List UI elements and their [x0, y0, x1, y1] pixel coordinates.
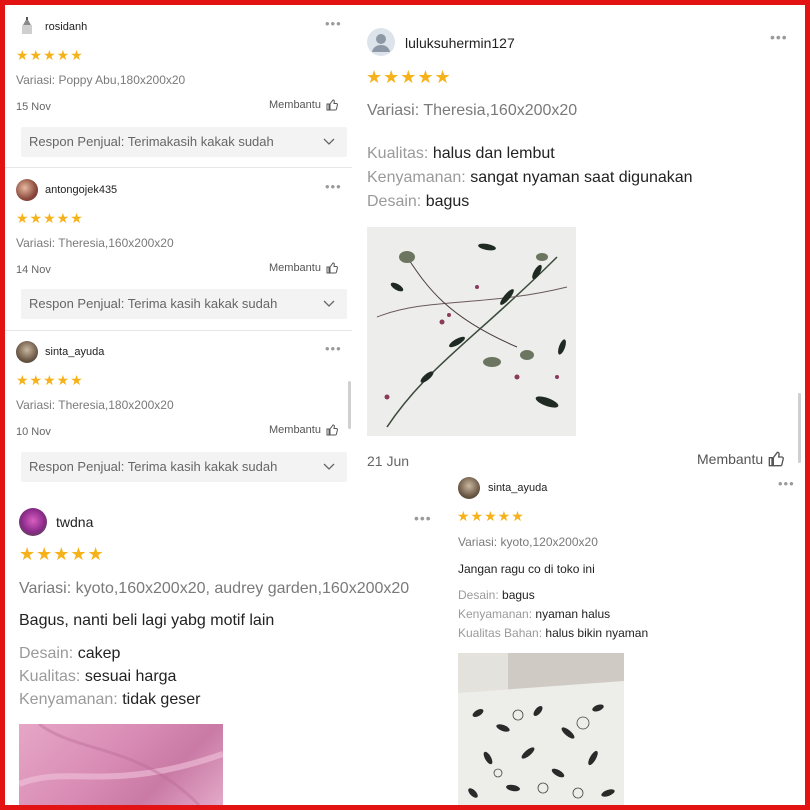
more-options-icon[interactable]: ••• — [770, 29, 788, 45]
thumbs-up-icon — [326, 424, 338, 436]
username[interactable]: antongojek435 — [45, 184, 117, 196]
review-attribute-quality: Kualitas: sesuai harga — [19, 668, 177, 685]
username[interactable]: twdna — [56, 514, 93, 530]
review-card: antongojek435 ••• ★★★★★ Variasi: Theresi… — [5, 168, 352, 330]
helpful-button[interactable]: Membantu — [269, 262, 338, 274]
review-attribute-comfort: Kenyamanan: nyaman halus — [458, 607, 611, 621]
star-rating: ★★★★★ — [16, 210, 84, 226]
review-card: rosidanh ••• ★★★★★ Variasi: Poppy Abu,18… — [5, 5, 352, 167]
helpful-label: Membantu — [269, 262, 321, 274]
avatar[interactable] — [17, 16, 37, 36]
seller-response[interactable]: Respon Penjual: Terima kasih kakak sudah — [21, 289, 347, 319]
star-rating: ★★★★★ — [19, 544, 105, 564]
seller-response[interactable]: Respon Penjual: Terima kasih kakak sudah — [21, 452, 347, 482]
helpful-label: Membantu — [697, 451, 764, 467]
review-date: 15 Nov — [16, 101, 51, 113]
star-rating: ★★★★★ — [457, 508, 525, 524]
review-attribute-comfort: Kenyamanan: tidak geser — [19, 691, 201, 708]
review-card: sinta_ayuda ••• ★★★★★ Variasi: Theresia,… — [5, 331, 352, 491]
scrollbar[interactable] — [798, 393, 801, 463]
helpful-button[interactable]: Membantu — [269, 424, 338, 436]
username[interactable]: sinta_ayuda — [488, 482, 547, 494]
more-options-icon[interactable]: ••• — [414, 510, 432, 526]
more-options-icon[interactable]: ••• — [325, 16, 342, 31]
avatar[interactable] — [19, 508, 47, 536]
review-date: 10 Nov — [16, 426, 51, 438]
review-attribute-design: Desain: bagus — [458, 588, 535, 602]
star-rating: ★★★★★ — [16, 47, 84, 63]
helpful-label: Membantu — [269, 99, 321, 111]
helpful-label: Membantu — [269, 424, 321, 436]
avatar[interactable] — [458, 477, 480, 499]
review-photo[interactable] — [458, 653, 624, 805]
review-date: 21 Jun — [367, 453, 410, 469]
username[interactable]: sinta_ayuda — [45, 346, 104, 358]
seller-response[interactable]: Respon Penjual: Terimakasih kakak sudah — [21, 127, 347, 157]
variant-text: Variasi: Theresia,180x200x20 — [16, 398, 174, 412]
username[interactable]: luluksuhermin127 — [405, 35, 515, 51]
thumbs-up-icon — [768, 451, 785, 467]
review-photo[interactable] — [367, 227, 576, 436]
variant-text: Variasi: Theresia,160x200x20 — [16, 236, 174, 250]
review-comment: Bagus, nanti beli lagi yabg motif lain — [19, 612, 275, 629]
more-options-icon[interactable]: ••• — [325, 341, 342, 356]
thumbs-up-icon — [326, 262, 338, 274]
star-rating: ★★★★★ — [16, 372, 84, 388]
chevron-down-icon — [323, 452, 335, 491]
variant-text: Variasi: Theresia,160x200x20 — [367, 102, 578, 119]
seller-response-text: Respon Penjual: Terimakasih kakak sudah — [29, 134, 274, 149]
review-photo[interactable] — [19, 724, 223, 805]
review-date: 14 Nov — [16, 264, 51, 276]
variant-text: Variasi: kyoto,120x200x20 — [458, 535, 598, 549]
username[interactable]: rosidanh — [45, 21, 87, 33]
review-card-detail: sinta_ayuda ••• ★★★★★ Variasi: kyoto,120… — [444, 467, 805, 805]
avatar[interactable] — [16, 179, 38, 201]
review-card-detail: luluksuhermin127 ••• ★★★★★ Variasi: Ther… — [352, 5, 805, 475]
chevron-down-icon — [323, 289, 335, 330]
star-rating: ★★★★★ — [366, 67, 452, 87]
avatar[interactable] — [16, 341, 38, 363]
chevron-down-icon — [323, 127, 335, 168]
review-attribute-comfort: Kenyamanan: sangat nyaman saat digunakan — [367, 169, 693, 186]
helpful-button[interactable]: Membantu — [269, 99, 338, 111]
avatar[interactable] — [367, 28, 395, 56]
review-list-panel: rosidanh ••• ★★★★★ Variasi: Poppy Abu,18… — [5, 5, 352, 491]
review-card-detail: twdna ••• ★★★★★ Variasi: kyoto,160x200x2… — [5, 497, 442, 805]
review-attribute-fabric: Kualitas Bahan: halus bikin nyaman — [458, 626, 649, 640]
variant-text: Variasi: kyoto,160x200x20, audrey garden… — [19, 580, 410, 597]
variant-text: Variasi: Poppy Abu,180x200x20 — [16, 73, 186, 87]
more-options-icon[interactable]: ••• — [778, 476, 795, 491]
seller-response-text: Respon Penjual: Terima kasih kakak sudah — [29, 296, 278, 311]
thumbs-up-icon — [326, 99, 338, 111]
scrollbar[interactable] — [348, 381, 351, 429]
review-attribute-quality: Kualitas: halus dan lembut — [367, 145, 555, 162]
review-attribute-design: Desain: cakep — [19, 645, 121, 662]
review-attribute-design: Desain: bagus — [367, 193, 470, 210]
more-options-icon[interactable]: ••• — [325, 179, 342, 194]
seller-response-text: Respon Penjual: Terima kasih kakak sudah — [29, 459, 278, 474]
review-comment: Jangan ragu co di toko ini — [458, 562, 595, 576]
helpful-button[interactable]: Membantu — [697, 451, 785, 467]
